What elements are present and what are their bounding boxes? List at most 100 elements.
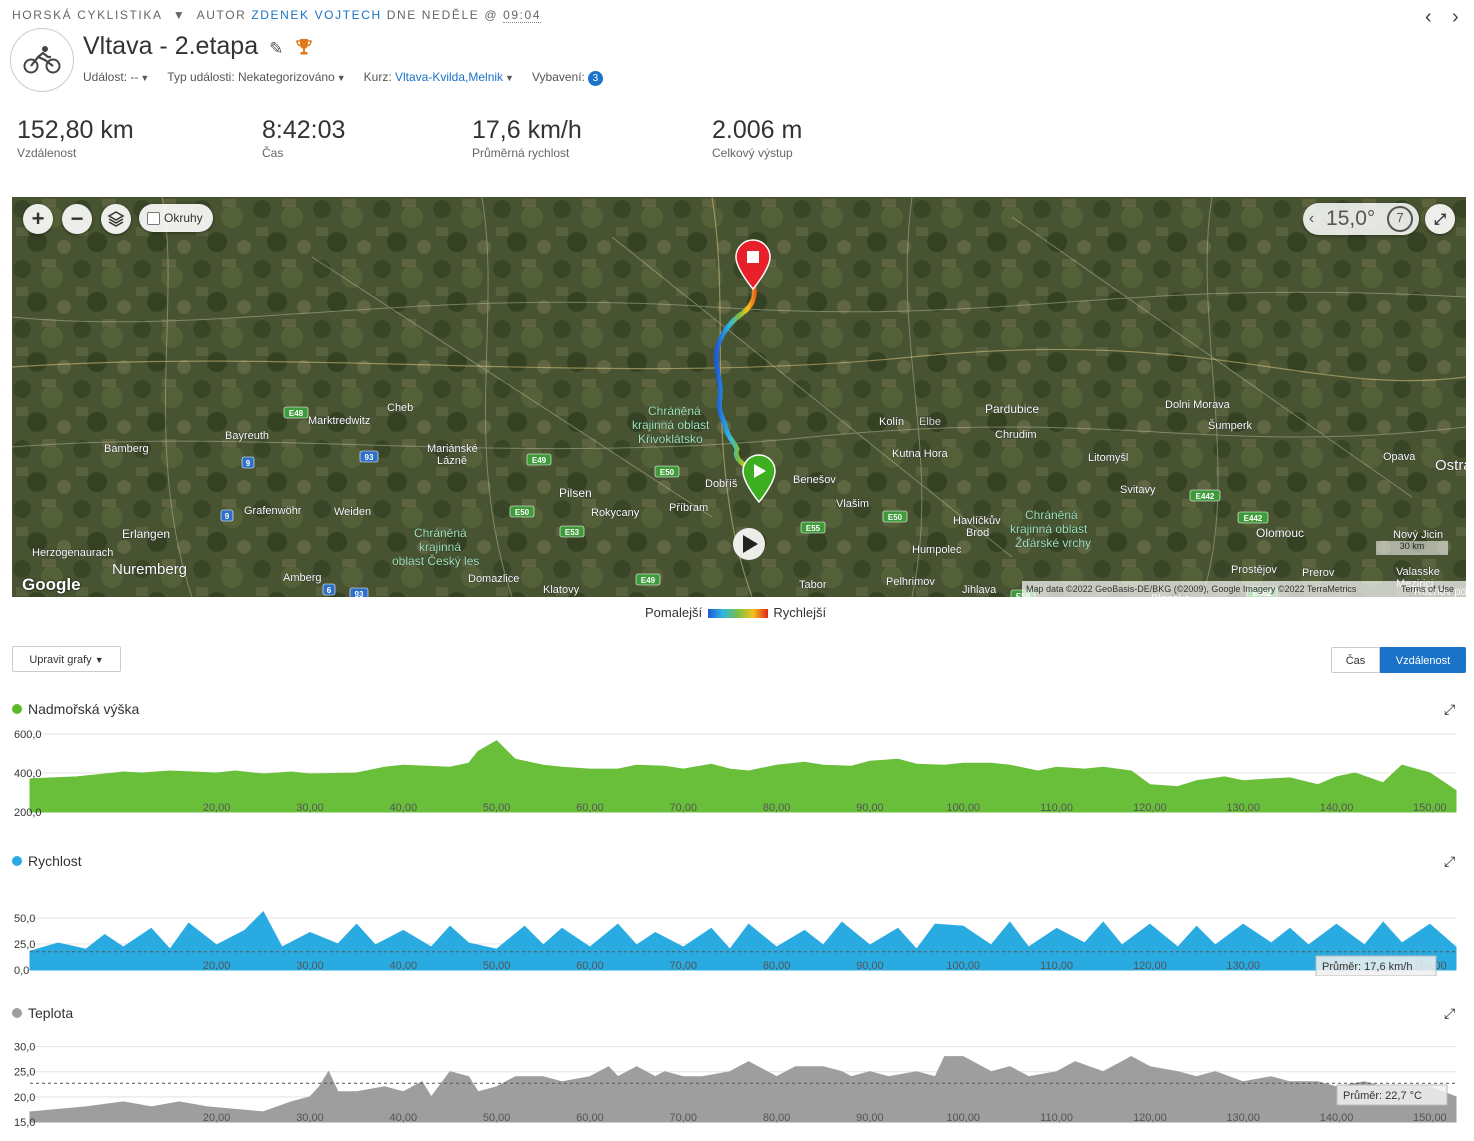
map-place-label: krajinná oblast [1010, 522, 1088, 536]
stat-label: Celkový výstup [712, 146, 793, 160]
expand-temperature-chart-icon[interactable]: ⤢ [1444, 1005, 1455, 1022]
temperature-chart[interactable]: 30,0 25,0 20,0 15,0 20,00 30,00 40,00 50,00 60,0… [12, 1030, 1466, 1128]
elevation-chart-title: Nadmořská výška [12, 701, 139, 717]
x-tick-label: 80,00 [763, 960, 791, 972]
map-tilt-control[interactable]: ‹ 15,0° 7 [1303, 203, 1419, 235]
map-attribution: Map data ©2022 GeoBasis-DE/BKG (©2009), … [1026, 584, 1357, 594]
x-tick-label: 30,00 [296, 960, 324, 972]
speed-chart[interactable]: 50,0 25,0 0,0 20,00 30,00 40,00 50,00 60,00 70,0… [12, 888, 1466, 976]
next-activity-icon[interactable]: › [1452, 6, 1459, 29]
okruhy-checkbox[interactable] [147, 211, 160, 225]
activity-time: 09:04 [503, 8, 542, 23]
y-tick-label: 50,0 [14, 913, 35, 925]
x-tick-label: 140,00 [1320, 802, 1354, 814]
map-place-label: Prerov [1302, 567, 1335, 579]
y-tick-label: 25,0 [14, 939, 35, 951]
road-shield-E50: E50 [882, 510, 908, 523]
time-axis-tab[interactable]: Čas [1331, 647, 1380, 673]
speed-title: Rychlost [28, 853, 82, 869]
map-scale: 30 km [1376, 541, 1448, 555]
road-shield-E442: E442 [1237, 511, 1269, 524]
gear-dropdown[interactable]: Vybavení: 3 [532, 70, 603, 86]
event-type-dropdown[interactable]: Typ události: Nekategorizováno ▼ [167, 70, 345, 86]
route-map[interactable]: Cheb Marktredwitz Bayreuth Bamberg Mariánské… [12, 197, 1466, 597]
activity-type[interactable]: HORSKÁ CYKLISTIKA [12, 8, 162, 22]
zoom-in-button[interactable]: + [23, 204, 53, 234]
x-tick-label: 20,00 [203, 1112, 231, 1124]
x-tick-label: 120,00 [1133, 960, 1167, 972]
x-tick-label: 130,00 [1226, 802, 1260, 814]
edit-charts-button[interactable]: Upravit grafy ▼ [12, 646, 121, 672]
terms-link[interactable]: Terms of Use [1401, 584, 1454, 594]
x-tick-label: 90,00 [856, 960, 884, 972]
map-place-label: Havlíčkův [953, 515, 1001, 527]
svg-text:E442: E442 [1244, 514, 1263, 523]
gear-label: Vybavení: [531, 70, 585, 84]
trophy-icon[interactable] [296, 34, 313, 63]
y-tick-label: 25,0 [14, 1067, 35, 1079]
svg-text:E48: E48 [289, 409, 304, 418]
map-place-label: Chráněná [648, 404, 701, 418]
edit-pencil-icon[interactable]: ✎ [269, 39, 283, 58]
x-tick-label: 110,00 [1040, 1112, 1073, 1124]
zoom-out-button[interactable]: − [62, 204, 92, 234]
activity-meta-row: Událost: -- ▼ Typ události: Nekategorizov… [83, 70, 603, 86]
map-place-label: Dobříš [705, 478, 738, 490]
svg-text:E50: E50 [888, 513, 903, 522]
map-place-label: Opava [1383, 451, 1416, 463]
expand-speed-chart-icon[interactable]: ⤢ [1444, 853, 1455, 870]
x-tick-label: 70,00 [670, 802, 698, 814]
fullscreen-map-icon[interactable]: ⤢ [1425, 204, 1455, 234]
map-place-label: Brod [966, 527, 989, 539]
map-place-label: Nový Jicin [1393, 529, 1443, 541]
map-place-label: Křivoklátsko [638, 432, 703, 446]
road-shield-E53: E53 [559, 525, 585, 538]
author-link[interactable]: ZDENEK VOJTECH [251, 8, 381, 22]
y-tick-label: 600,0 [14, 729, 42, 741]
map-place-label: Erlangen [122, 527, 170, 541]
distance-axis-tab[interactable]: Vzdálenost [1380, 647, 1466, 673]
map-place-label: Benešov [793, 474, 836, 486]
activity-type-caret-icon[interactable]: ▼ [173, 8, 186, 22]
stat-elevation-gain: 2.006 m Celkový výstup [712, 116, 802, 160]
y-tick-label: 30,0 [14, 1042, 35, 1054]
x-tick-label: 110,00 [1040, 960, 1073, 972]
temperature-legend-dot [12, 1008, 22, 1018]
svg-text:Průměr: 17,6 km/h: Průměr: 17,6 km/h [1322, 961, 1412, 973]
x-tick-label: 60,00 [576, 1112, 604, 1124]
map-place-label: Herzogenaurach [32, 547, 113, 559]
map-place-label: Weiden [334, 506, 371, 518]
stat-avg-speed: 17,6 km/h Průměrná rychlost [472, 116, 582, 160]
road-shield-E55: E55 [800, 521, 826, 534]
rotate-icon[interactable]: 7 [1387, 206, 1414, 232]
x-tick-label: 40,00 [390, 1112, 418, 1124]
event-dropdown[interactable]: Událost: -- ▼ [83, 70, 149, 86]
map-place-label: Amberg [283, 572, 322, 584]
x-tick-label: 90,00 [856, 802, 884, 814]
gear-count-badge[interactable]: 3 [587, 71, 603, 86]
previous-activity-icon[interactable]: ‹ [1425, 6, 1432, 29]
map-place-label: Litomyšl [1088, 452, 1128, 464]
svg-text:93: 93 [355, 590, 364, 597]
x-tick-label: 150,00 [1413, 1112, 1447, 1124]
road-shield-E49: E49 [526, 453, 552, 466]
okruhy-toggle[interactable]: Okruhy [139, 204, 213, 232]
activity-title[interactable]: Vltava - 2.etapa [83, 32, 258, 60]
x-tick-label: 140,00 [1320, 1112, 1354, 1124]
map-place-label: Pilsen [559, 486, 592, 500]
x-tick-label: 100,00 [946, 1112, 980, 1124]
chevron-left-icon[interactable]: ‹ [1309, 210, 1314, 228]
course-link[interactable]: Vltava-Kvilda,Melnik [395, 70, 503, 84]
road-shield-9: 9 [220, 509, 234, 522]
temperature-chart-title: Teplota [12, 1005, 73, 1021]
map-place-label: Klatovy [543, 584, 580, 596]
stat-distance: 152,80 km Vzdálenost [17, 116, 134, 160]
layers-button[interactable] [101, 204, 131, 234]
expand-elevation-chart-icon[interactable]: ⤢ [1444, 701, 1455, 718]
author-prefix: AUTOR [196, 8, 247, 22]
map-place-label: Nuremberg [112, 561, 187, 578]
map-place-label: Ostra [1435, 457, 1466, 474]
cycling-icon [10, 28, 74, 92]
elevation-chart[interactable]: 600,0 400,0 200,0 20,00 30,00 40,00 50,00 60,00… [12, 726, 1466, 818]
course-dropdown[interactable]: Kurz: Vltava-Kvilda,Melnik ▼ [364, 70, 514, 86]
